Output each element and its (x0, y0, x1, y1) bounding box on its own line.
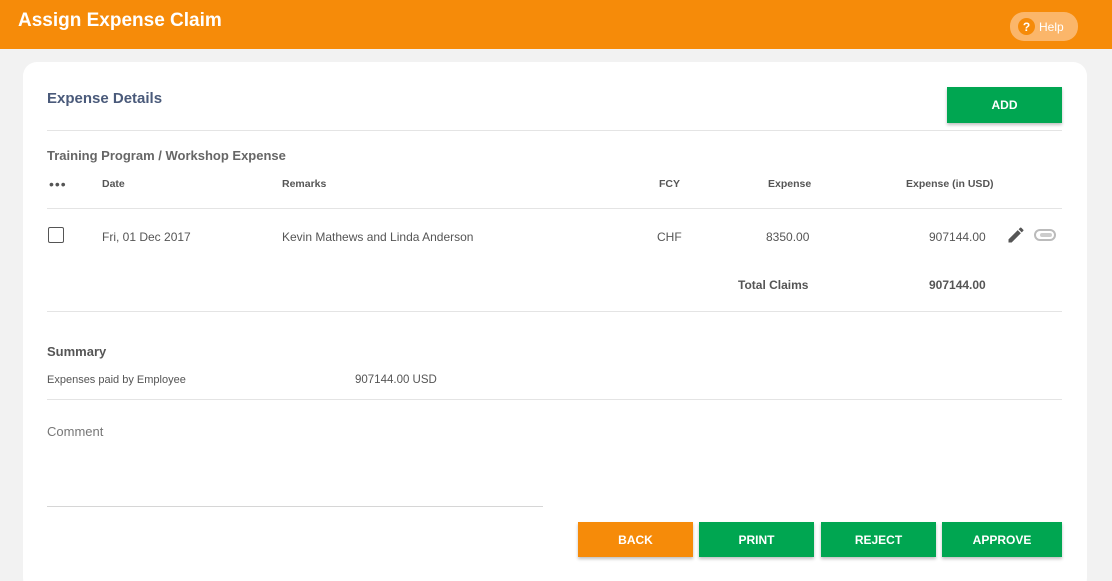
column-header-fcy: FCY (659, 178, 680, 190)
back-button[interactable]: BACK (578, 522, 693, 557)
expense-category: Training Program / Workshop Expense (47, 148, 286, 163)
section-title: Expense Details (47, 90, 163, 107)
divider (47, 399, 1062, 400)
print-button[interactable]: PRINT (699, 522, 814, 557)
summary-title: Summary (47, 344, 107, 359)
comment-label: Comment (47, 424, 104, 439)
column-header-remarks: Remarks (282, 178, 327, 190)
column-header-expense: Expense (768, 178, 812, 190)
total-claims-value: 907144.00 (929, 278, 986, 292)
total-claims-label: Total Claims (738, 278, 809, 292)
add-button[interactable]: ADD (947, 87, 1062, 123)
help-label: Help (1039, 19, 1064, 34)
column-menu-icon[interactable]: ••• (49, 176, 67, 192)
column-header-date: Date (102, 178, 125, 190)
question-circle-icon: ? (1018, 18, 1035, 35)
row-expense-usd: 907144.00 (929, 230, 986, 244)
divider (47, 311, 1062, 312)
row-remarks: Kevin Mathews and Linda Anderson (282, 230, 474, 244)
reject-button[interactable]: REJECT (821, 522, 936, 557)
column-header-expense-usd: Expense (in USD) (906, 178, 994, 190)
row-fcy: CHF (657, 230, 682, 244)
comment-field[interactable] (47, 506, 543, 507)
attachment-icon[interactable] (1034, 228, 1056, 242)
row-expense: 8350.00 (766, 230, 810, 244)
content-card (23, 62, 1087, 581)
divider (47, 130, 1062, 131)
pencil-icon[interactable] (1006, 225, 1026, 245)
help-button[interactable]: ? Help (1010, 12, 1078, 41)
approve-button[interactable]: APPROVE (942, 522, 1062, 557)
row-checkbox[interactable] (48, 227, 64, 243)
page-title: Assign Expense Claim (18, 10, 222, 31)
app-header: Assign Expense Claim ? Help (0, 0, 1112, 49)
row-date: Fri, 01 Dec 2017 (102, 230, 191, 244)
summary-label: Expenses paid by Employee (47, 374, 186, 386)
summary-value: 907144.00 USD (355, 374, 437, 386)
divider (47, 208, 1062, 209)
